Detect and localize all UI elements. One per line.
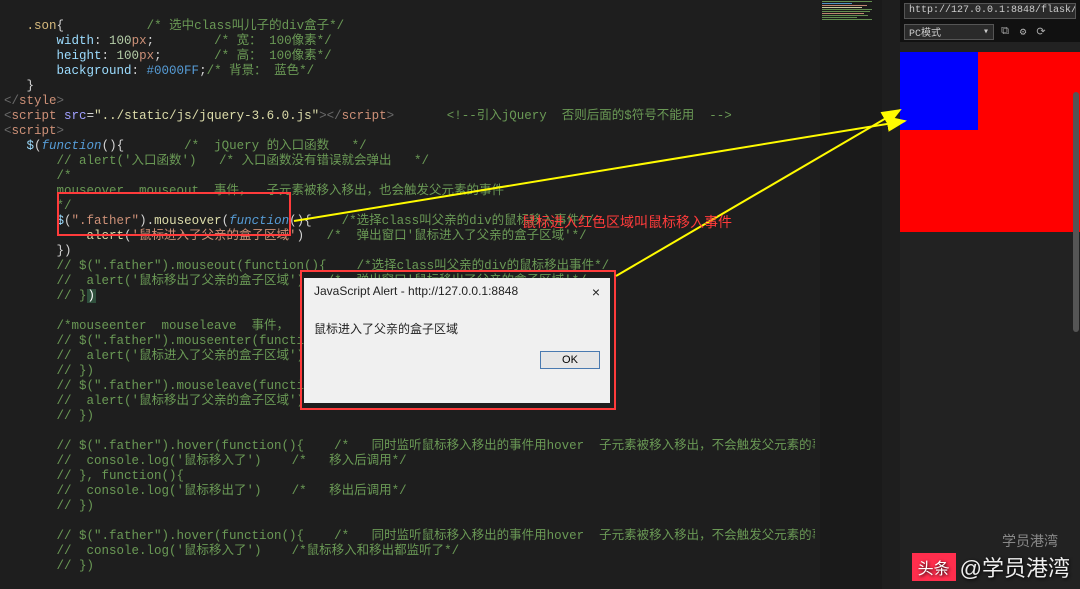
javascript-alert-dialog: JavaScript Alert - http://127.0.0.1:8848… bbox=[304, 278, 610, 403]
ok-button[interactable]: OK bbox=[540, 351, 600, 369]
minimap[interactable] bbox=[820, 0, 882, 589]
device-mode-dropdown[interactable]: PC模式 ▾ bbox=[904, 24, 994, 40]
close-icon[interactable]: × bbox=[592, 284, 600, 300]
open-external-icon[interactable]: ⧉ bbox=[998, 25, 1012, 39]
watermark: 头条 @学员港湾 bbox=[912, 551, 1070, 583]
father-box[interactable] bbox=[900, 52, 1080, 232]
settings-icon[interactable]: ⚙ bbox=[1016, 25, 1030, 39]
preview-panel: http://127.0.0.1:8848/flask/template PC模… bbox=[900, 0, 1080, 589]
alert-titlebar: JavaScript Alert - http://127.0.0.1:8848… bbox=[304, 278, 610, 306]
annotation-text: 鼠标进入红色区域叫鼠标移入事件 bbox=[522, 212, 732, 232]
preview-stage bbox=[900, 42, 1080, 589]
alert-title-label: JavaScript Alert - http://127.0.0.1:8848 bbox=[314, 284, 518, 300]
url-input[interactable]: http://127.0.0.1:8848/flask/template bbox=[904, 3, 1076, 19]
alert-message: 鼠标进入了父亲的盒子区域 bbox=[304, 306, 610, 345]
preview-scrollbar[interactable] bbox=[1073, 92, 1079, 332]
watermark-account: @学员港湾 bbox=[960, 551, 1070, 583]
watermark-small: 学员港湾 bbox=[1002, 531, 1058, 551]
preview-toolbar: PC模式 ▾ ⧉ ⚙ ⟳ bbox=[900, 22, 1080, 42]
browser-urlbar-row: http://127.0.0.1:8848/flask/template bbox=[900, 0, 1080, 22]
toutiao-badge: 头条 bbox=[912, 553, 956, 581]
son-box[interactable] bbox=[900, 52, 978, 130]
refresh-icon[interactable]: ⟳ bbox=[1034, 25, 1048, 39]
